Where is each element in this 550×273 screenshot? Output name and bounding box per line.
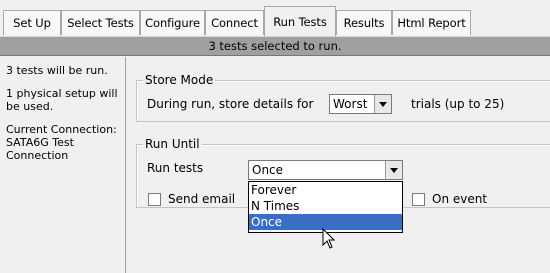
tab-html-report[interactable]: Html Report: [392, 10, 471, 35]
run-until-legend: Run Until: [143, 137, 202, 151]
store-mode-select[interactable]: Worst: [329, 94, 392, 114]
status-text: 3 tests selected to run.: [208, 39, 342, 53]
store-mode-prefix-label: During run, store details for: [147, 97, 314, 111]
tab-set-up[interactable]: Set Up: [3, 10, 61, 35]
run-tests-label: Run tests: [147, 161, 204, 175]
current-connection-text: Current Connection: SATA6G Test Connecti…: [6, 123, 117, 162]
on-event-label: On event: [432, 192, 488, 206]
store-mode-legend: Store Mode: [143, 73, 216, 87]
tab-select-tests[interactable]: Select Tests: [61, 10, 140, 35]
store-mode-dropdown-button[interactable]: [374, 95, 391, 113]
send-email-label: Send email: [168, 192, 236, 206]
tests-count-text: 3 tests will be run.: [6, 64, 108, 77]
side-panel: 3 tests will be run. 1 physical setup wi…: [0, 57, 126, 273]
dropdown-option-n-times[interactable]: N Times: [249, 198, 402, 214]
run-tests-dropdown-list: Forever N Times Once: [248, 181, 403, 233]
store-mode-value: Worst: [333, 97, 368, 111]
mouse-cursor-icon: [322, 228, 336, 249]
status-bar: 3 tests selected to run.: [0, 36, 550, 56]
dropdown-option-forever[interactable]: Forever: [249, 182, 402, 198]
tab-connect[interactable]: Connect: [205, 10, 264, 35]
physical-setup-text: 1 physical setup will be used.: [6, 87, 118, 113]
run-tests-dropdown-button[interactable]: [385, 161, 402, 179]
chevron-down-icon: [379, 101, 387, 107]
tab-configure[interactable]: Configure: [140, 10, 205, 35]
tab-run-tests[interactable]: Run Tests: [264, 6, 336, 36]
store-mode-suffix-label: trials (up to 25): [411, 97, 505, 111]
tab-results[interactable]: Results: [336, 10, 392, 35]
run-tests-select[interactable]: Once: [248, 160, 403, 180]
run-tests-value: Once: [252, 163, 284, 177]
chevron-down-icon: [390, 167, 398, 173]
send-email-checkbox[interactable]: [148, 193, 161, 206]
tab-bar: Set Up Select Tests Configure Connect Ru…: [0, 0, 550, 36]
on-event-checkbox[interactable]: [412, 193, 425, 206]
